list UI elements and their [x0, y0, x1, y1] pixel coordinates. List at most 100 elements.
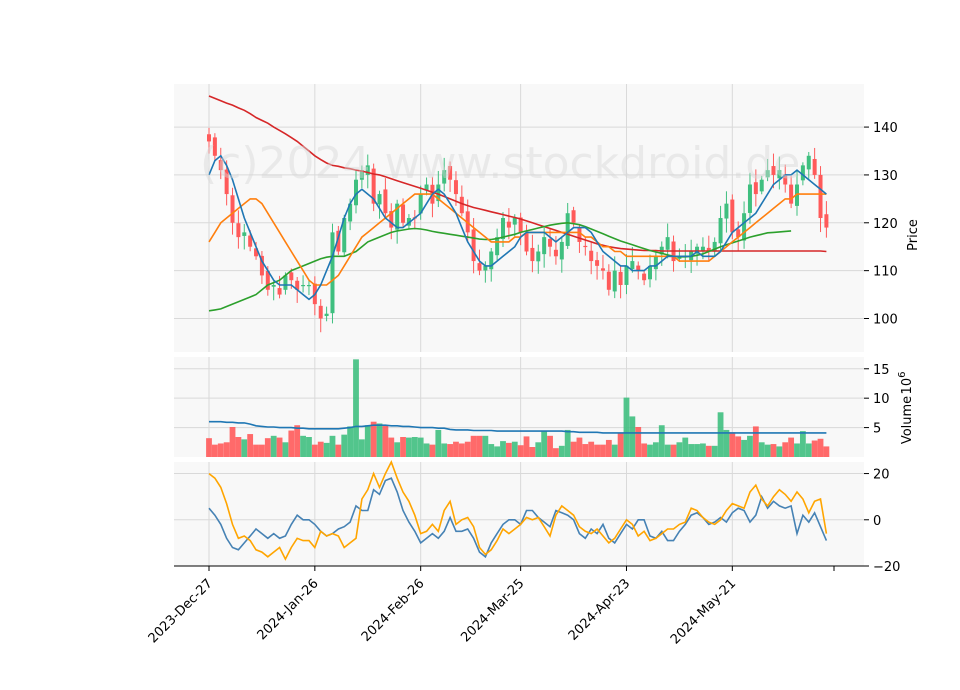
oscillator-tick-label: 0 [873, 514, 881, 529]
volume-bar-down [570, 441, 577, 457]
volume-bar-down [264, 438, 271, 457]
volume-bar-down [594, 444, 600, 457]
volume-bar-up [364, 425, 371, 457]
volume-bar-down [735, 436, 742, 457]
volume-bar-down [782, 442, 789, 457]
volume-panel: 5 10 15 [174, 357, 890, 457]
volume-bar-down [576, 437, 583, 457]
candle-down [471, 229, 476, 262]
volume-bar-up [723, 429, 730, 457]
candle-down [401, 204, 406, 223]
volume-bar-up [711, 445, 718, 457]
candle-up [718, 218, 723, 244]
volume-tick-label: 5 [873, 422, 881, 437]
volume-bar-down [223, 442, 230, 457]
volume-bar-up [700, 443, 706, 457]
volume-axis-label: Volume [900, 396, 915, 444]
volume-bar-up [270, 435, 277, 457]
volume-bar-down [752, 426, 759, 457]
volume-bar-up [676, 442, 683, 457]
volume-bar-up [406, 437, 412, 457]
volume-bar-up [482, 435, 489, 457]
x-tick-label: 2024-Jan-26 [255, 576, 322, 643]
volume-bar-up [441, 443, 448, 457]
volume-bar-up [394, 442, 401, 457]
candle-down [289, 272, 294, 281]
volume-bar-up [500, 441, 506, 457]
candle-up [324, 313, 329, 317]
volume-bar-up [694, 444, 700, 457]
volume-bar-down [453, 441, 459, 457]
volume-bar-up [741, 439, 747, 457]
volume-bar-down [705, 445, 712, 457]
candle-down [606, 271, 611, 290]
candle-up [330, 232, 335, 314]
volume-bar-up [758, 442, 765, 457]
candle-up [612, 270, 617, 292]
volume-bar-down [588, 441, 595, 457]
candle-down [230, 195, 235, 223]
x-tick-label: 2024-Apr-23 [566, 576, 633, 643]
candle-up [536, 251, 541, 262]
volume-bar-up [282, 442, 289, 457]
volume-bar-up [323, 442, 330, 457]
candle-down [530, 247, 535, 262]
volume-bar-up [511, 441, 518, 457]
volume-bar-down [523, 436, 530, 457]
candle-down [812, 158, 817, 175]
volume-bar-down [447, 444, 453, 457]
candle-down [818, 174, 823, 218]
candle-up [700, 246, 705, 251]
x-tick-label: 2024-Feb-26 [359, 576, 428, 645]
candle-up [624, 265, 629, 285]
volume-bar-up [241, 439, 248, 457]
volume-bar-up [329, 435, 336, 457]
x-axis: 2023-Dec-27 2024-Jan-26 2024-Feb-26 2024-Ma… [146, 565, 864, 647]
volume-bar-up [629, 416, 636, 457]
volume-bar-up [535, 442, 542, 457]
candle-up [542, 237, 547, 255]
x-tick-label: 2024-Mar-25 [458, 576, 527, 645]
candle-down [277, 288, 282, 295]
volume-bar-down [253, 444, 259, 457]
volume-bar-up [794, 443, 800, 457]
volume-bar-up [717, 412, 724, 457]
x-tick-label: 2023-Dec-27 [146, 576, 216, 646]
volume-bar-up [435, 429, 442, 457]
volume-bar-down [388, 437, 395, 457]
volume-tick-label: 15 [873, 363, 890, 378]
price-tick-label: 100 [873, 313, 898, 328]
candle-up [283, 275, 288, 290]
candle-down [318, 305, 323, 319]
candle-up [242, 232, 247, 236]
price-tick-label: 130 [873, 169, 898, 184]
candle-down [600, 268, 605, 271]
volume-bar-up [623, 397, 630, 457]
candle-up [565, 213, 570, 246]
volume-bar-down [335, 444, 342, 457]
price-axis-label: Price [906, 219, 921, 251]
candle-up [630, 261, 635, 269]
volume-bar-up [611, 444, 618, 457]
watermark-text: (c)2024 www.stockdroid.de [200, 138, 800, 189]
volume-bar-up [764, 444, 771, 457]
price-tick-label: 120 [873, 217, 898, 232]
candle-down [595, 260, 600, 266]
volume-bar-down [670, 444, 677, 457]
volume-bar-down [476, 435, 483, 457]
volume-bar-down [600, 444, 606, 457]
candle-down [236, 223, 241, 238]
volume-bar-up [541, 430, 548, 457]
volume-bar-up [376, 423, 383, 457]
price-tick-label: 140 [873, 121, 898, 136]
candle-up [495, 237, 500, 256]
volume-bar-up [776, 446, 783, 457]
volume-bar-up [411, 437, 418, 457]
candle-up [559, 241, 564, 260]
volume-bar-down [211, 444, 218, 457]
volume-bar-up [647, 444, 653, 457]
volume-bar-down [547, 435, 553, 457]
volume-bar-down [276, 437, 283, 457]
volume-bar-up [358, 439, 365, 457]
candle-up [665, 237, 670, 250]
